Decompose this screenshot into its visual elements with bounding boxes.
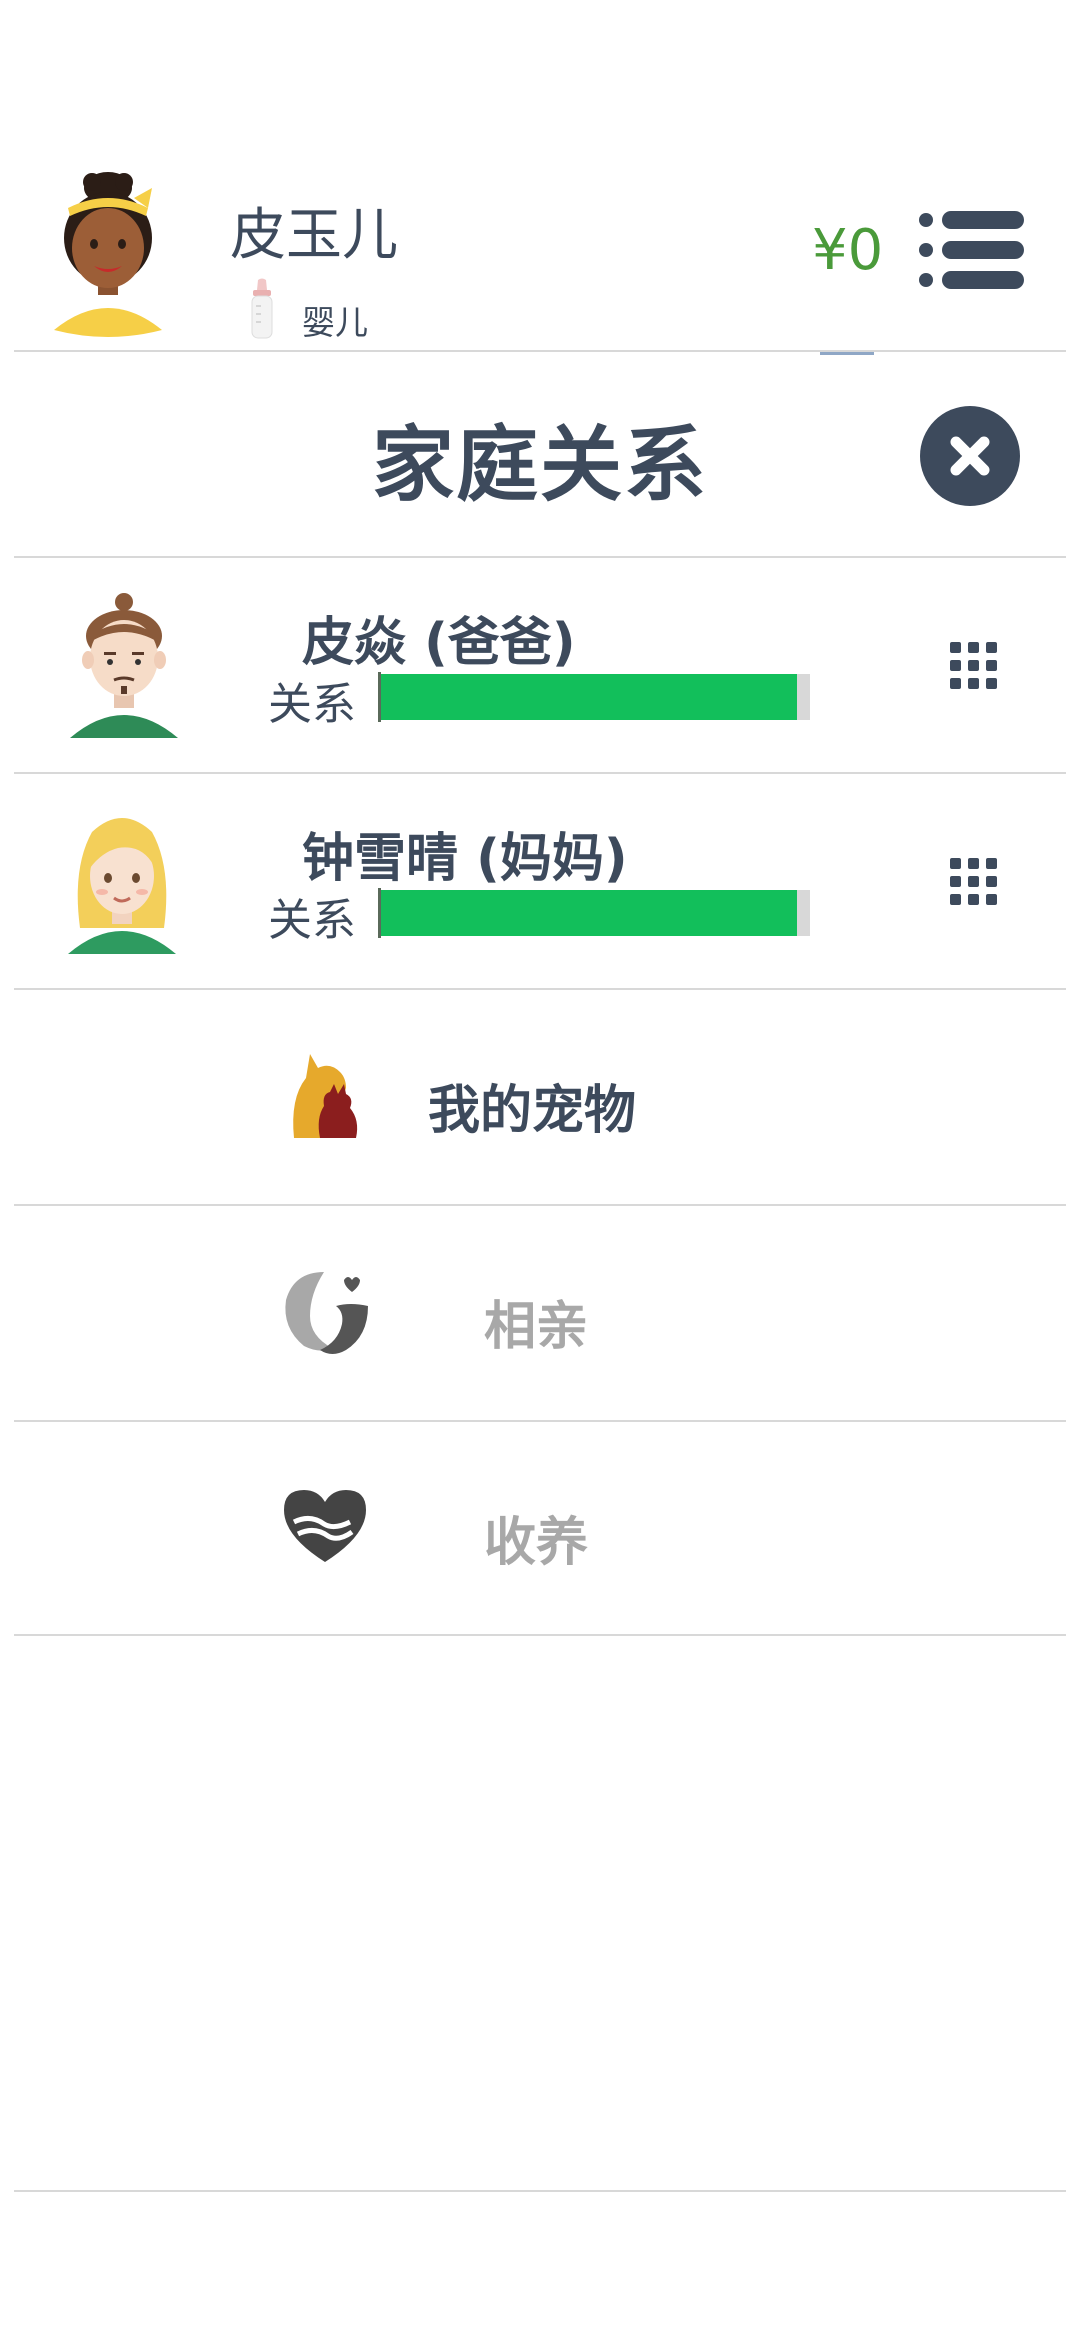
row-divider: [14, 772, 1066, 774]
adoption-icon: [280, 1486, 370, 1578]
player-name: 皮玉儿: [230, 203, 398, 268]
baby-bottle-icon: [247, 278, 277, 340]
option-matchmaking[interactable]: 相亲: [484, 1284, 588, 1359]
relation-bar-fill: [378, 674, 798, 720]
header-tab-indicator: [820, 352, 874, 355]
close-button[interactable]: [920, 406, 1020, 506]
bottom-divider: [14, 2190, 1066, 2192]
row-divider: [14, 1204, 1066, 1206]
row-divider: [14, 1634, 1066, 1636]
header-divider: [14, 350, 1066, 352]
money-balance: ¥0: [812, 218, 884, 283]
mother-avatar: [62, 808, 182, 958]
relation-bar: [378, 888, 810, 938]
family-member-name: 皮焱 (爸爸): [302, 613, 576, 673]
relation-bar: [378, 672, 810, 722]
relation-label: 关系: [268, 679, 356, 730]
row-divider: [14, 1420, 1066, 1422]
father-avatar: [64, 592, 184, 742]
relation-bar-fill: [378, 890, 798, 936]
grid-menu-icon[interactable]: [946, 636, 1006, 696]
relation-bar-start: [378, 672, 381, 722]
option-adoption[interactable]: 收养: [484, 1500, 588, 1575]
pets-icon: [284, 1048, 374, 1140]
relation-bar-start: [378, 888, 381, 938]
matchmaking-icon: [280, 1266, 370, 1358]
panel-title: 家庭关系: [371, 418, 708, 513]
player-avatar: [48, 168, 168, 338]
title-divider: [14, 556, 1066, 558]
option-my-pets[interactable]: 我的宠物: [428, 1068, 636, 1143]
life-stage-label: 婴儿: [302, 303, 368, 342]
relation-label: 关系: [268, 895, 356, 946]
family-member-name: 钟雪晴 (妈妈): [302, 829, 628, 889]
grid-menu-icon[interactable]: [946, 852, 1006, 912]
row-divider: [14, 988, 1066, 990]
list-menu-icon[interactable]: [918, 210, 1024, 290]
close-icon: [950, 436, 990, 476]
